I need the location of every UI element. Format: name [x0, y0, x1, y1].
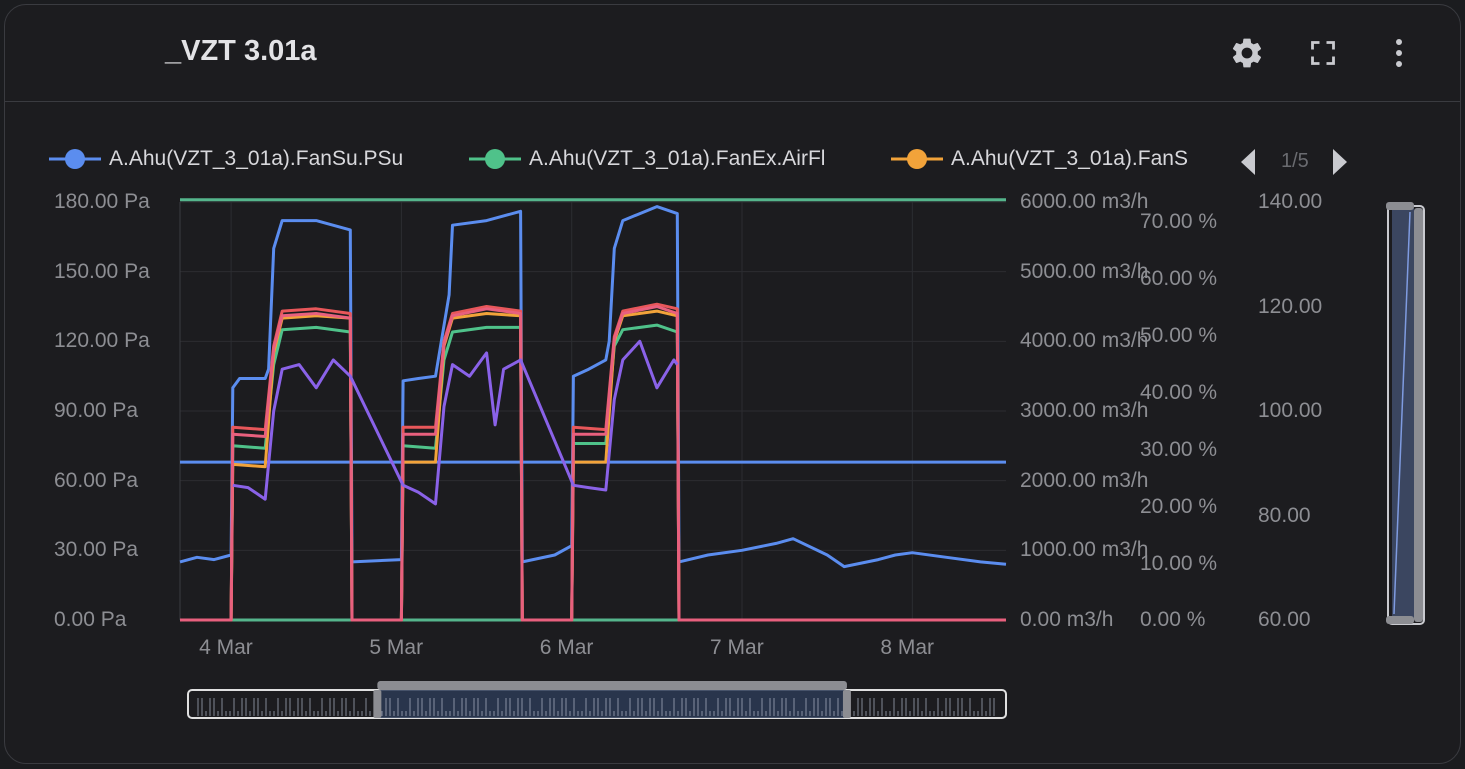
vertical-scrollbar[interactable]	[1386, 202, 1425, 625]
x-tick: 5 Mar	[369, 636, 424, 659]
y-tick-airflow: 6000.00 m3/h	[1020, 190, 1149, 213]
chart-series	[179, 198, 1007, 622]
vertical-handle-top[interactable]	[1386, 202, 1414, 210]
y-tick-pressure: 90.00 Pa	[54, 399, 139, 422]
y-tick-airflow: 1000.00 m3/h	[1020, 538, 1149, 562]
vertical-scroll-thumb[interactable]	[1414, 208, 1423, 622]
x-tick: 7 Mar	[710, 636, 764, 659]
y-tick-value: 60.00	[1258, 608, 1311, 631]
y-tick-value: 120.00	[1258, 294, 1323, 318]
y-tick-percent: 0.00 %	[1140, 608, 1206, 631]
vertical-scroll-selection[interactable]	[1392, 208, 1414, 622]
y-tick-pressure: 180.00 Pa	[54, 190, 150, 213]
y-tick-percent: 40.00 %	[1140, 381, 1218, 404]
vertical-handle-bottom[interactable]	[1386, 616, 1414, 624]
y-tick-pressure: 150.00 Pa	[54, 259, 150, 283]
navigator-selection[interactable]	[377, 690, 847, 718]
y-tick-percent: 30.00 %	[1140, 438, 1218, 461]
y-tick-value: 80.00	[1258, 503, 1311, 527]
y-tick-airflow: 4000.00 m3/h	[1020, 329, 1149, 353]
y-tick-percent: 50.00 %	[1140, 324, 1218, 347]
y-tick-percent: 10.00 %	[1140, 552, 1218, 575]
y-tick-value: 140.00	[1258, 190, 1323, 213]
y-tick-percent: 20.00 %	[1140, 495, 1218, 518]
y-tick-pressure: 30.00 Pa	[54, 538, 139, 562]
y-tick-pressure: 120.00 Pa	[54, 329, 150, 353]
y-tick-airflow: 5000.00 m3/h	[1020, 259, 1149, 283]
y-tick-pressure: 0.00 Pa	[54, 608, 127, 631]
y-tick-airflow: 3000.00 m3/h	[1020, 399, 1149, 422]
y-tick-percent: 70.00 %	[1140, 210, 1218, 233]
series-line-0	[179, 205, 1007, 569]
chart-navigator[interactable]	[187, 681, 1007, 719]
y-tick-pressure: 60.00 Pa	[54, 468, 139, 492]
navigator-handle-left[interactable]	[373, 690, 382, 718]
x-tick: 8 Mar	[880, 636, 935, 659]
x-tick: 4 Mar	[199, 636, 253, 659]
y-tick-value: 100.00	[1258, 399, 1323, 422]
y-tick-airflow: 0.00 m3/h	[1020, 608, 1114, 631]
y-tick-airflow: 2000.00 m3/h	[1020, 468, 1149, 492]
navigator-scrollbar[interactable]	[377, 681, 847, 690]
x-tick: 6 Mar	[539, 636, 594, 659]
navigator-handle-right[interactable]	[842, 690, 851, 718]
series-line-3	[180, 309, 1006, 622]
y-tick-percent: 60.00 %	[1140, 267, 1218, 290]
